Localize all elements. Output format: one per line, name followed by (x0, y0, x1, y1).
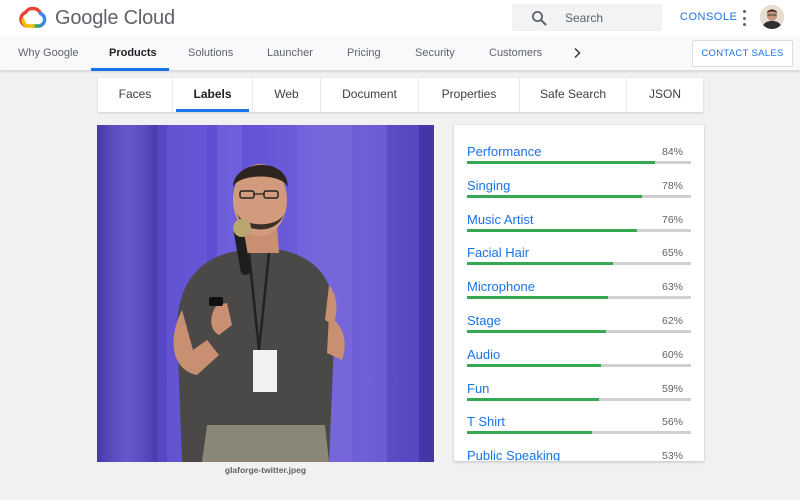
label-percent: 60% (661, 348, 683, 361)
labels-results-panel[interactable]: Performance 84% Singing 78% Music Artist 76% F… (454, 125, 704, 461)
label-row: Music Artist 76% (467, 212, 691, 246)
tab-safe-search[interactable]: Safe Search (520, 78, 627, 112)
confidence-bar-fill (467, 330, 606, 333)
label-percent: 62% (661, 315, 683, 327)
label-name[interactable]: Microphone (467, 279, 535, 294)
label-name[interactable]: Music Artist (467, 212, 533, 227)
confidence-bar-track (467, 262, 691, 266)
confidence-bar-fill (467, 296, 609, 300)
label-percent: 84% (661, 146, 683, 158)
search-box[interactable] (512, 4, 662, 31)
label-percent: 59% (661, 382, 683, 395)
label-row: T Shirt 56% (467, 414, 691, 448)
search-input[interactable] (565, 10, 655, 25)
label-percent: 65% (661, 247, 683, 260)
search-icon[interactable] (531, 10, 547, 26)
more-vert-icon[interactable] (741, 10, 747, 26)
confidence-bar-fill (467, 397, 600, 401)
label-row: Microphone 63% (467, 279, 691, 313)
confidence-bar-fill (467, 262, 613, 266)
confidence-bar-track (467, 330, 691, 333)
nav-why-google[interactable]: Why Google (18, 36, 79, 71)
google-cloud-logo[interactable]: Google Cloud (18, 4, 175, 32)
label-percent: 53% (661, 450, 683, 461)
label-name[interactable]: Audio (467, 347, 500, 362)
label-row: Audio 60% (467, 347, 691, 381)
label-name[interactable]: Public Speaking (467, 448, 560, 461)
label-percent: 63% (661, 281, 683, 294)
tab-labels[interactable]: Labels (173, 78, 253, 112)
confidence-bar-fill (467, 363, 602, 367)
confidence-bar-fill (467, 161, 656, 164)
label-percent: 78% (661, 179, 683, 192)
contact-sales-button[interactable]: CONTACT SALES (692, 40, 793, 67)
analysis-tabs: Faces Labels Web Document Properties Saf… (98, 78, 703, 112)
analyzed-photo (97, 125, 434, 462)
label-name[interactable]: Fun (467, 381, 489, 396)
console-link[interactable]: CONSOLE (680, 11, 737, 23)
cloud-logo-icon (19, 6, 47, 28)
nav-active-indicator (91, 68, 169, 71)
nav-solutions[interactable]: Solutions (188, 36, 233, 71)
tab-properties[interactable]: Properties (419, 78, 520, 112)
confidence-bar-track (467, 431, 691, 435)
label-row: Public Speaking 53% (467, 448, 691, 461)
tab-web[interactable]: Web (253, 78, 321, 112)
label-row: Facial Hair 65% (467, 245, 691, 279)
tab-json[interactable]: JSON (627, 78, 703, 112)
nav-launcher[interactable]: Launcher (267, 36, 313, 71)
label-percent: 56% (661, 416, 683, 429)
confidence-bar-fill (467, 194, 642, 198)
confidence-bar-track (467, 194, 691, 198)
label-percent: 76% (661, 213, 683, 226)
confidence-bar-fill (467, 228, 638, 232)
label-name[interactable]: Facial Hair (467, 245, 529, 260)
nav-security[interactable]: Security (415, 36, 455, 71)
confidence-bar-track (467, 296, 691, 300)
label-name[interactable]: Performance (467, 144, 541, 159)
confidence-bar-track (467, 161, 691, 164)
logo-text: Google Cloud (55, 6, 175, 29)
confidence-bar-fill (467, 431, 593, 435)
avatar[interactable] (760, 5, 784, 29)
label-name[interactable]: Stage (467, 313, 501, 328)
label-row: Stage 62% (467, 313, 691, 347)
tab-faces[interactable]: Faces (98, 78, 173, 112)
image-caption: glaforge-twitter.jpeg (224, 465, 307, 475)
nav-pricing[interactable]: Pricing (347, 36, 381, 71)
chevron-right-icon[interactable] (571, 47, 583, 59)
products-nav: Why Google Products Solutions Launcher P… (0, 36, 800, 71)
label-row: Performance 84% (467, 144, 691, 178)
nav-customers[interactable]: Customers (489, 36, 542, 71)
tab-document[interactable]: Document (321, 78, 419, 112)
label-name[interactable]: T Shirt (467, 414, 505, 429)
nav-products[interactable]: Products (109, 36, 157, 71)
label-row: Fun 59% (467, 381, 691, 415)
label-row: Singing 78% (467, 178, 691, 212)
confidence-bar-track (467, 363, 691, 367)
confidence-bar-track (467, 397, 691, 401)
confidence-bar-track (467, 228, 691, 232)
label-name[interactable]: Singing (467, 178, 510, 193)
top-header: Google Cloud CONSOLE (0, 0, 800, 36)
